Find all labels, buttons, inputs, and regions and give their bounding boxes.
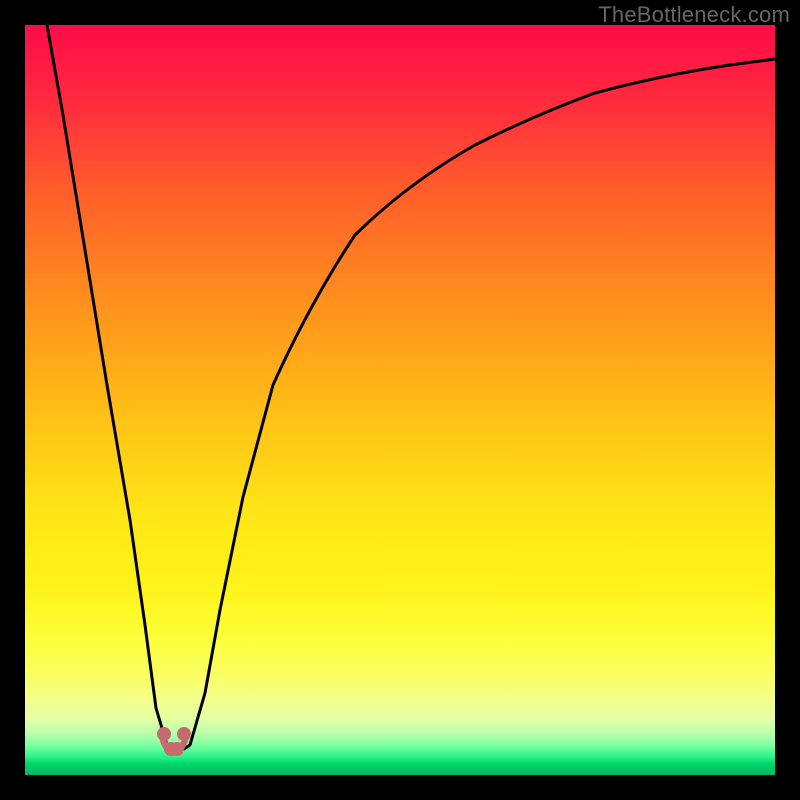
- chart-frame: TheBottleneck.com: [0, 0, 800, 800]
- chart-svg: [25, 25, 775, 775]
- gradient-background: [25, 25, 775, 775]
- plot-area: [25, 25, 775, 775]
